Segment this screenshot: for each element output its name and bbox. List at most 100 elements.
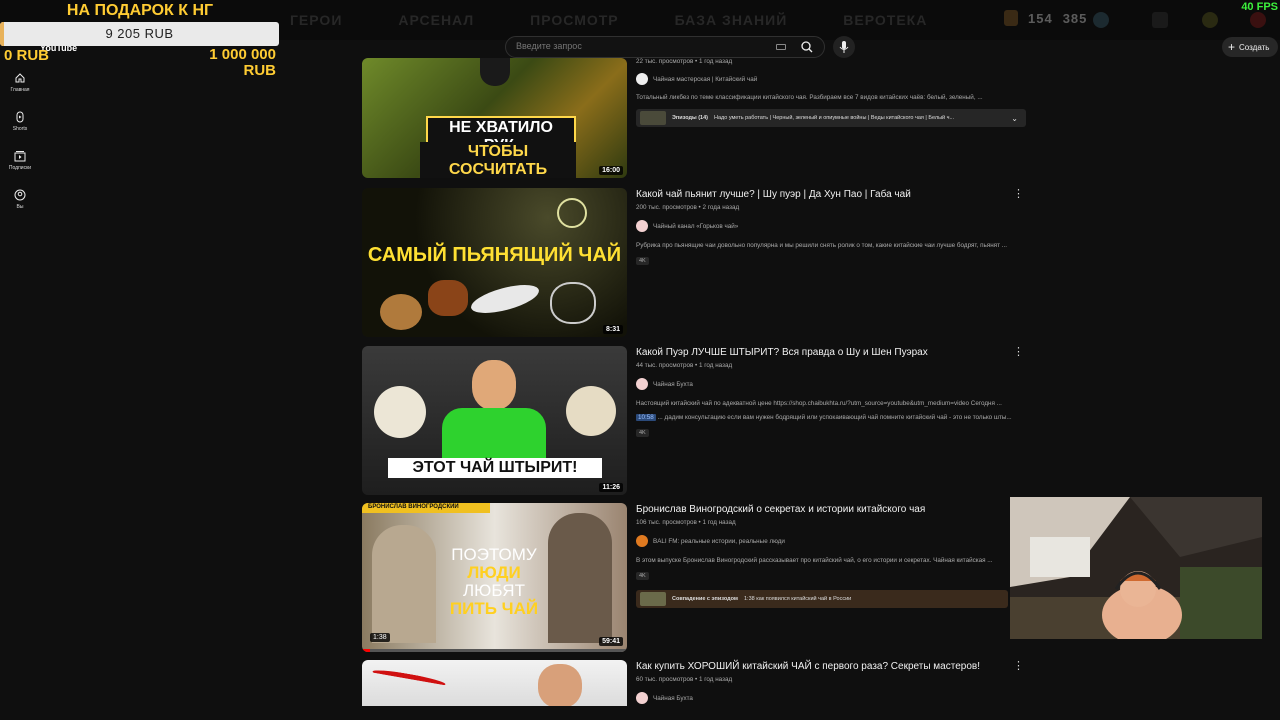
thumbnail-arrow xyxy=(371,667,447,689)
watch-progress-fill xyxy=(362,649,370,652)
channel-link[interactable]: BALI FM: реальные истории, реальные люди xyxy=(636,535,1028,547)
chapter-thumbnail xyxy=(640,111,666,125)
currency-icon xyxy=(1004,10,1018,26)
video-thumbnail[interactable] xyxy=(362,660,627,706)
shorts-icon xyxy=(16,111,24,123)
thumbnail-object xyxy=(428,280,468,316)
watch-progress-track[interactable] xyxy=(362,649,627,652)
stat-value: 385 xyxy=(1062,10,1088,26)
thumbnail-label: БРОНИСЛАВ ВИНОГРОДСКИЙ xyxy=(362,503,490,513)
sidebar-item-shorts[interactable]: Shorts xyxy=(0,107,40,146)
search-box[interactable] xyxy=(505,36,825,58)
video-info: Как купить ХОРОШИЙ китайский ЧАЙ с перво… xyxy=(636,660,1028,704)
create-label: Создать xyxy=(1239,42,1270,52)
video-meta: 106 тыс. просмотров • 1 год назад xyxy=(636,519,736,526)
video-meta: 60 тыс. просмотров • 1 год назад xyxy=(636,676,733,683)
sidebar-item-label: Подписки xyxy=(8,165,32,171)
video-thumbnail[interactable]: ЭТОТ ЧАЙ ШТЫРИТ! 11:26 xyxy=(362,346,627,495)
snippet-text: ... дадим консультацию если вам нужен бо… xyxy=(657,414,1012,421)
overlay-stats: 154 385 xyxy=(1004,10,1087,26)
donation-max-amount: 1 000 000 xyxy=(209,46,276,63)
search-input[interactable] xyxy=(516,41,766,51)
more-options-icon[interactable]: ⋮ xyxy=(1013,661,1024,672)
streamer-webcam xyxy=(1010,497,1262,639)
channel-link[interactable]: Чайная Бухта xyxy=(636,378,1028,390)
chapter-thumbnail xyxy=(640,592,666,606)
chapters-label: Совпадение с эпизодом xyxy=(672,596,738,602)
create-button[interactable]: + Создать xyxy=(1222,37,1278,57)
channel-name: BALI FM: реальные истории, реальные люди xyxy=(653,537,785,545)
video-description: Тотальный ликбез по теме классификации к… xyxy=(636,94,983,101)
channel-avatar xyxy=(636,535,648,547)
channel-avatar xyxy=(636,220,648,232)
donation-max-unit: RUB xyxy=(243,62,277,79)
preview-time: 1:38 xyxy=(370,633,390,642)
thumbnail-person xyxy=(548,513,612,643)
account-icon xyxy=(14,189,26,201)
video-duration: 11:26 xyxy=(599,483,623,492)
sidebar: Главная Shorts Подписки Вы xyxy=(0,68,40,224)
thumbnail-lamp xyxy=(557,198,587,228)
donation-progress-bar: 9 205 RUB xyxy=(0,22,279,46)
channel-name: Чайный канал «Горьков чай» xyxy=(653,222,739,230)
chapter-match-bar[interactable]: Совпадение с эпизодом 1:38 как появился … xyxy=(636,590,1008,608)
thumbnail-object xyxy=(380,294,422,330)
video-meta: 22 тыс. просмотров • 1 год назад xyxy=(636,58,733,65)
overlay-record-icon xyxy=(1250,12,1266,28)
channel-avatar xyxy=(636,73,648,85)
video-thumbnail[interactable]: БРОНИСЛАВ ВИНОГРОДСКИЙ ПОЭТОМУ ЛЮДИ ЛЮБЯ… xyxy=(362,503,627,652)
more-options-icon[interactable]: ⋮ xyxy=(1013,189,1024,200)
plus-icon: + xyxy=(1228,40,1236,54)
subscriptions-icon xyxy=(14,151,26,162)
chapters-label: Эпизоды (14) xyxy=(672,115,708,121)
thumbnail-face xyxy=(472,360,516,410)
video-thumbnail[interactable]: НЕ ХВАТИЛО РУК, ЧТОБЫ СОСЧИТАТЬ 16:00 xyxy=(362,58,627,178)
channel-avatar xyxy=(636,692,648,704)
video-title[interactable]: Какой чай пьянит лучше? | Шу пуэр | Да Х… xyxy=(636,188,1028,201)
channel-link[interactable]: Чайный канал «Горьков чай» xyxy=(636,220,1028,232)
thumbnail-figure xyxy=(480,58,510,86)
search-button[interactable] xyxy=(793,36,823,58)
video-info: Какой Пуэр ЛУЧШЕ ШТЫРИТ? Вся правда о Шу… xyxy=(636,346,1028,439)
overlay-nav: ГЕРОИ АРСЕНАЛ ПРОСМОТР БАЗА ЗНАНИЙ ВЕРОТ… xyxy=(290,12,927,28)
overlay-nav-item: АРСЕНАЛ xyxy=(398,12,475,28)
chapters-bar[interactable]: Эпизоды (14) Надо уметь работать | Черны… xyxy=(636,109,1026,127)
donation-goal-title: НА ПОДАРОК К НГ xyxy=(66,2,214,19)
chevron-down-icon[interactable]: ⌄ xyxy=(1011,114,1018,123)
sidebar-item-label: Вы xyxy=(16,204,24,210)
chapters-text: Надо уметь работать | Черный, зеленый и … xyxy=(714,115,955,121)
sidebar-item-label: Shorts xyxy=(12,126,28,132)
channel-avatar xyxy=(636,378,648,390)
thumbnail-caption: ПИТЬ ЧАЙ xyxy=(449,599,539,618)
channel-name: Чайная мастерская | Китайский чай xyxy=(653,75,758,83)
thumbnail-caption: ПОЭТОМУ xyxy=(451,545,537,564)
sidebar-item-you[interactable]: Вы xyxy=(0,185,40,224)
video-duration: 59:41 xyxy=(599,637,623,646)
voice-search-button[interactable] xyxy=(833,36,855,58)
video-duration: 16:00 xyxy=(599,166,623,175)
video-title[interactable]: Бронислав Виногродский о секретах и исто… xyxy=(636,503,1028,516)
video-description-snippet: 10:58 ... дадим консультацию если вам ну… xyxy=(636,414,1028,421)
video-info: Какой чай пьянит лучше? | Шу пуэр | Да Х… xyxy=(636,188,1028,267)
overlay-avatar-icon xyxy=(1093,12,1109,28)
thumbnail-caption: ЭТОТ ЧАЙ ШТЫРИТ! xyxy=(388,458,602,478)
video-title[interactable]: Какой Пуэр ЛУЧШЕ ШТЫРИТ? Вся правда о Шу… xyxy=(636,346,1028,359)
video-thumbnail[interactable]: САМЫЙ ПЬЯНЯЩИЙ ЧАЙ 8:31 xyxy=(362,188,627,337)
sidebar-item-subscriptions[interactable]: Подписки xyxy=(0,146,40,185)
timestamp-link[interactable]: 10:58 xyxy=(636,414,656,421)
thumbnail-person xyxy=(372,525,436,643)
keyboard-icon[interactable] xyxy=(776,44,786,50)
thumbnail-caption: ЛЮДИ xyxy=(467,563,521,582)
channel-link[interactable]: Чайная Бухта xyxy=(636,692,1028,704)
overlay-badge-icon xyxy=(1202,12,1218,28)
channel-name: Чайная Бухта xyxy=(653,380,693,388)
thumbnail-caption: САМЫЙ ПЬЯНЯЩИЙ ЧАЙ xyxy=(367,244,622,266)
more-options-icon[interactable]: ⋮ xyxy=(1013,347,1024,358)
donation-current-amount: 9 205 RUB xyxy=(105,26,174,41)
stat-value: 154 xyxy=(1028,10,1053,26)
thumbnail-object xyxy=(550,282,596,324)
video-meta: 44 тыс. просмотров • 1 год назад xyxy=(636,362,733,369)
channel-link[interactable]: Чайная мастерская | Китайский чай xyxy=(636,73,1028,85)
chapters-text: 1:38 как появился китайский чай в России xyxy=(744,596,852,602)
video-title[interactable]: Как купить ХОРОШИЙ китайский ЧАЙ с перво… xyxy=(636,660,1028,673)
